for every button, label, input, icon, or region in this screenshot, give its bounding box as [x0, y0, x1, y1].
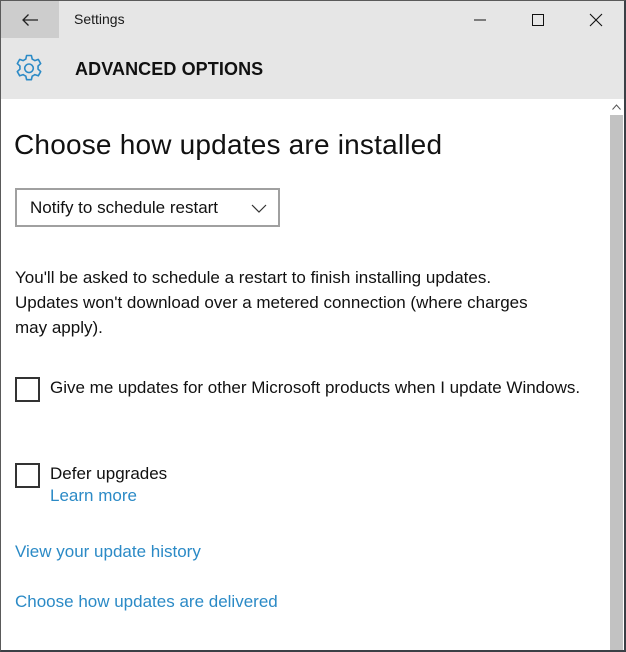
- learn-more-link[interactable]: Learn more: [50, 486, 137, 506]
- other-products-checkbox[interactable]: [15, 377, 40, 402]
- page-header: ADVANCED OPTIONS: [1, 38, 624, 99]
- defer-upgrades-label[interactable]: Defer upgrades: [50, 461, 595, 486]
- close-button[interactable]: [573, 1, 619, 38]
- other-products-label[interactable]: Give me updates for other Microsoft prod…: [50, 375, 595, 400]
- scroll-up-button[interactable]: [608, 99, 624, 115]
- gear-icon: [16, 54, 42, 81]
- close-icon: [589, 13, 603, 26]
- description-line: Updates won't download over a metered co…: [15, 293, 528, 312]
- title-bar: Settings: [1, 1, 624, 38]
- chevron-down-icon: [251, 204, 267, 213]
- window-title: Settings: [74, 11, 125, 27]
- delivery-options-link[interactable]: Choose how updates are delivered: [15, 592, 278, 612]
- vertical-scrollbar[interactable]: [608, 99, 624, 650]
- install-mode-dropdown[interactable]: Notify to schedule restart: [15, 188, 280, 227]
- content-area: Choose how updates are installed Notify …: [1, 99, 608, 650]
- dropdown-selected-value: Notify to schedule restart: [30, 197, 219, 217]
- minimize-button[interactable]: [457, 1, 503, 38]
- section-title: ADVANCED OPTIONS: [75, 59, 264, 79]
- settings-window: Settings ADVANCED OPTIONS Choose how upd…: [0, 0, 626, 652]
- description-line: You'll be asked to schedule a restart to…: [15, 268, 492, 287]
- update-history-link[interactable]: View your update history: [15, 542, 201, 562]
- chevron-up-icon: [612, 104, 621, 110]
- defer-upgrades-checkbox[interactable]: [15, 463, 40, 488]
- maximize-button[interactable]: [515, 1, 561, 38]
- page-title: Choose how updates are installed: [14, 129, 443, 160]
- install-mode-description: You'll be asked to schedule a restart to…: [15, 265, 595, 340]
- description-line: may apply).: [15, 318, 103, 337]
- back-button[interactable]: [1, 1, 59, 38]
- minimize-icon: [474, 19, 486, 20]
- back-arrow-icon: [22, 13, 38, 26]
- maximize-icon: [532, 13, 544, 26]
- scrollbar-thumb[interactable]: [610, 115, 623, 650]
